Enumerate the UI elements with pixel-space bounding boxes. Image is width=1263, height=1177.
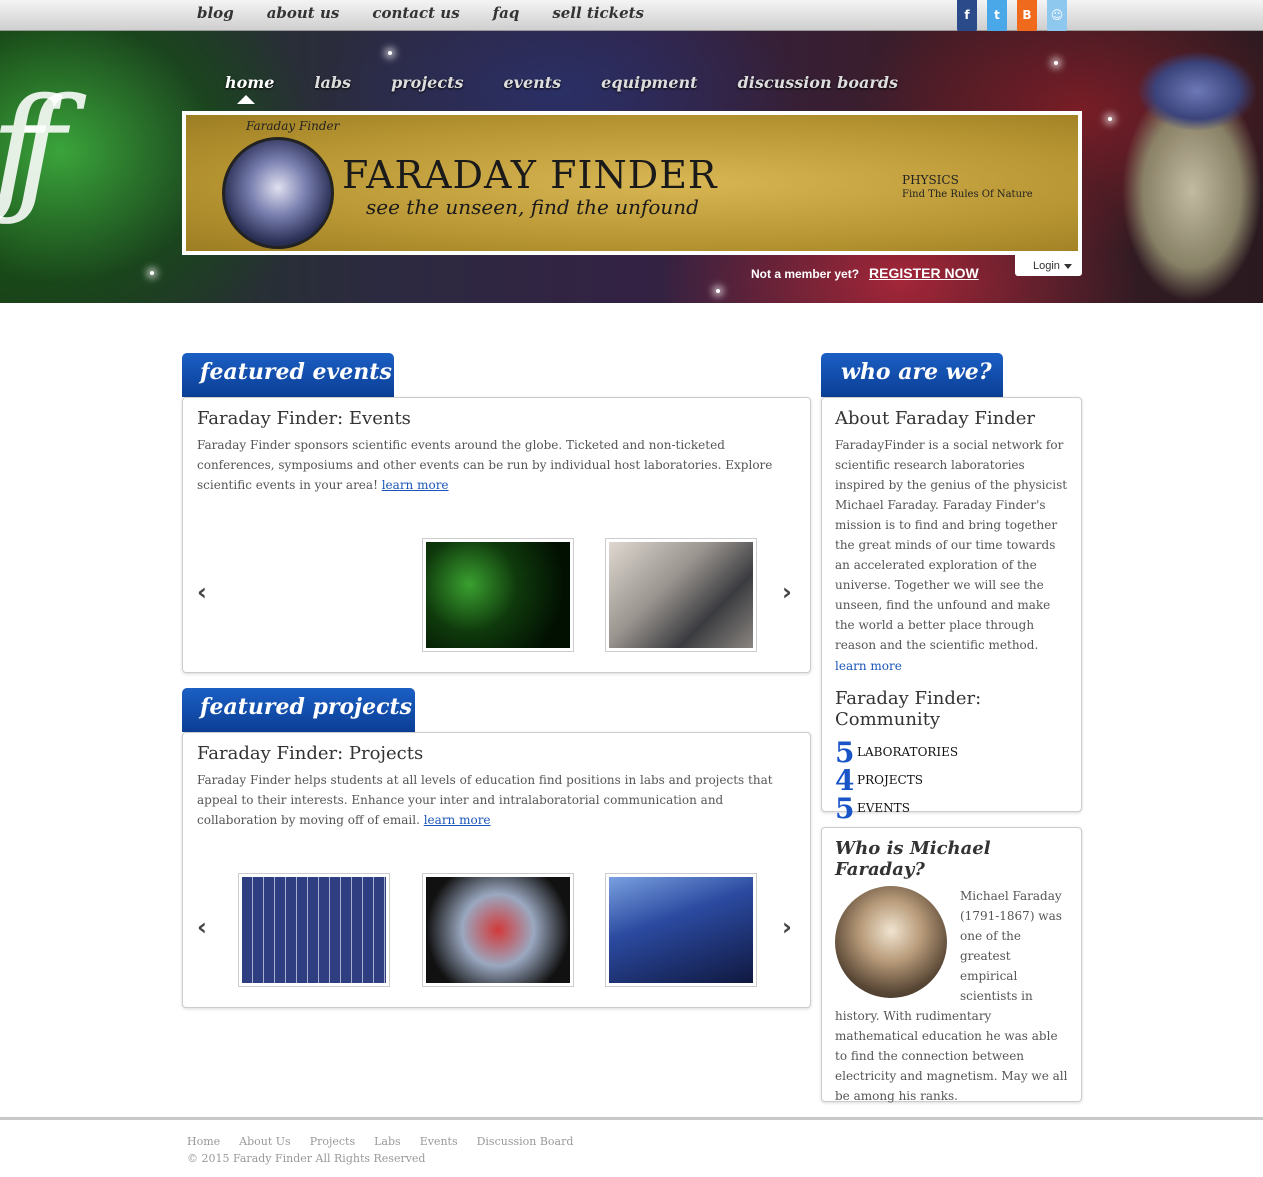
main-nav-equipment[interactable]: equipment xyxy=(601,73,697,92)
reddit-icon[interactable]: ☺ xyxy=(1047,0,1067,32)
top-nav-blog[interactable]: blog xyxy=(197,4,234,22)
events-heading: Faraday Finder: Events xyxy=(197,408,411,429)
community-laboratories[interactable]: 5 LABORATORIES xyxy=(835,736,1068,769)
events-label: EVENTS xyxy=(857,801,910,815)
top-nav: blog about us contact us faq sell ticket… xyxy=(197,4,677,22)
login-dropdown[interactable]: Login xyxy=(1015,255,1082,276)
featured-events-tab: featured events xyxy=(182,353,394,397)
community-events[interactable]: 5 EVENTS xyxy=(835,791,1068,825)
main-nav-discussion-boards[interactable]: discussion boards xyxy=(738,73,898,92)
projects-label: PROJECTS xyxy=(857,773,923,787)
neuron-image xyxy=(426,542,570,648)
event-thumbnail[interactable] xyxy=(605,538,757,652)
footer-nav: Home About Us Projects Labs Events Discu… xyxy=(187,1135,592,1148)
footer-link-about-us[interactable]: About Us xyxy=(239,1135,291,1148)
who-is-faraday-panel: Who is Michael Faraday? Michael Faraday … xyxy=(821,827,1082,1103)
about-text: FaradayFinder is a social network for sc… xyxy=(835,438,1068,652)
event-thumbnail[interactable] xyxy=(422,538,574,652)
main-nav-events[interactable]: events xyxy=(503,73,561,92)
top-nav-about-us[interactable]: about us xyxy=(267,4,340,22)
top-bar: blog about us contact us faq sell ticket… xyxy=(0,0,1263,32)
featured-projects-tab: featured projects xyxy=(182,688,415,732)
top-nav-faq[interactable]: faq xyxy=(493,4,520,22)
star-decoration xyxy=(1054,61,1058,65)
community-heading: Faraday Finder: Community xyxy=(835,688,982,730)
projects-prev-arrow-icon[interactable]: ‹ xyxy=(197,915,211,939)
project-thumbnail[interactable] xyxy=(605,873,757,987)
top-nav-contact-us[interactable]: contact us xyxy=(372,4,459,22)
project-thumbnail[interactable] xyxy=(422,873,574,987)
laboratories-label: LABORATORIES xyxy=(857,745,959,759)
faraday-heading: Who is Michael Faraday? xyxy=(835,838,991,880)
lab-scientist-image xyxy=(609,542,753,648)
molecule-image xyxy=(426,877,570,983)
who-are-we-tab: who are we? xyxy=(821,353,1003,397)
events-count: 5 xyxy=(835,791,855,825)
main-nav: home labs projects events equipment disc… xyxy=(225,73,938,104)
solar-panels-image xyxy=(242,877,386,983)
banner-title: FARADAY FINDER xyxy=(342,153,718,197)
social-links: f t B ☺ xyxy=(957,0,1067,32)
about-learn-more-link[interactable]: learn more xyxy=(835,659,902,673)
events-learn-more-link[interactable]: learn more xyxy=(382,478,449,492)
projects-description: Faraday Finder helps students at all lev… xyxy=(197,770,796,830)
banner-subject-tagline: Find The Rules Of Nature xyxy=(902,189,1033,200)
star-decoration xyxy=(388,51,392,55)
star-decoration xyxy=(150,271,154,275)
ff-script-logo: ƒƒ xyxy=(0,69,65,232)
header-banner: ƒƒ home labs projects events equipment d… xyxy=(0,31,1263,303)
footer-link-home[interactable]: Home xyxy=(187,1135,220,1148)
footer-link-events[interactable]: Events xyxy=(420,1135,458,1148)
main-nav-projects[interactable]: projects xyxy=(391,73,463,92)
top-nav-sell-tickets[interactable]: sell tickets xyxy=(552,4,644,22)
star-decoration xyxy=(716,289,720,293)
facebook-icon[interactable]: f xyxy=(957,0,977,32)
events-prev-arrow-icon[interactable]: ‹ xyxy=(197,580,211,604)
projects-next-arrow-icon[interactable]: › xyxy=(782,915,796,939)
login-label: Login xyxy=(1033,260,1060,272)
featured-events-panel: Faraday Finder: Events Faraday Finder sp… xyxy=(182,397,811,673)
register-now-link[interactable]: REGISTER NOW xyxy=(869,265,979,281)
community-projects[interactable]: 4 PROJECTS xyxy=(835,764,1068,797)
brain-statue-image xyxy=(1112,41,1263,303)
main-nav-labs[interactable]: labs xyxy=(314,73,351,92)
not-member-text: Not a member yet? xyxy=(751,267,860,281)
events-description: Faraday Finder sponsors scientific event… xyxy=(197,435,796,495)
who-are-we-panel: About Faraday Finder FaradayFinder is a … xyxy=(821,397,1082,825)
twitter-icon[interactable]: t xyxy=(987,0,1007,32)
caret-down-icon xyxy=(1063,263,1072,269)
blogger-icon[interactable]: B xyxy=(1017,0,1037,32)
faraday-portrait xyxy=(835,886,947,998)
footer-link-labs[interactable]: Labs xyxy=(374,1135,401,1148)
space-art-image xyxy=(609,877,753,983)
events-next-arrow-icon[interactable]: › xyxy=(782,580,796,604)
copyright: © 2015 Farady Finder All Rights Reserved xyxy=(187,1152,426,1165)
events-text: Faraday Finder sponsors scientific event… xyxy=(197,438,773,492)
project-thumbnail[interactable] xyxy=(238,873,390,987)
featured-projects-panel: Faraday Finder: Projects Faraday Finder … xyxy=(182,732,811,1008)
faraday-finder-banner: Faraday Finder FARADAY FINDER see the un… xyxy=(182,111,1082,255)
banner-tagline: see the unseen, find the unfound xyxy=(366,195,699,219)
about-heading: About Faraday Finder xyxy=(835,408,1036,429)
medallion-text: Faraday Finder xyxy=(246,119,340,133)
faraday-portrait-medallion xyxy=(222,137,334,249)
footer-link-discussion-board[interactable]: Discussion Board xyxy=(477,1135,574,1148)
projects-heading: Faraday Finder: Projects xyxy=(197,743,424,764)
footer-link-projects[interactable]: Projects xyxy=(310,1135,355,1148)
banner-subject: PHYSICS xyxy=(902,173,959,187)
main-nav-home[interactable]: home xyxy=(225,73,274,104)
projects-learn-more-link[interactable]: learn more xyxy=(424,813,491,827)
footer-divider xyxy=(0,1117,1263,1120)
